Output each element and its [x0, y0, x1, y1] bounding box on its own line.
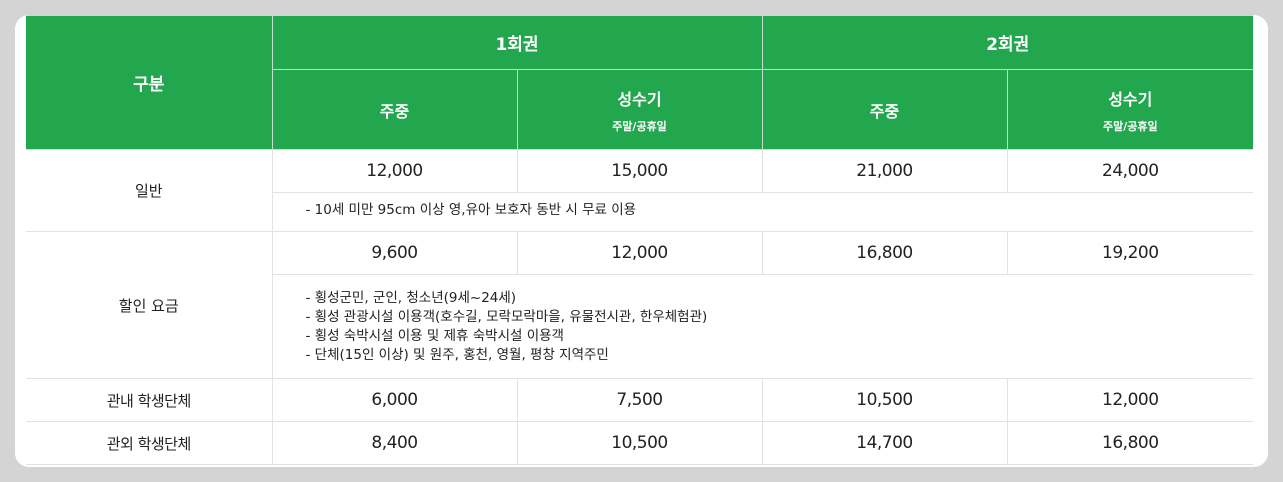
row-label-student-in: 관내 학생단체 — [26, 378, 273, 422]
note-line: - 횡성군민, 군인, 청소년(9세~24세) — [305, 289, 517, 306]
row-label-discount: 할인 요금 — [26, 231, 273, 379]
price-cell: 8,400 — [271, 421, 518, 465]
note-line: - 단체(15인 이상) 및 원주, 홍천, 영월, 평창 지역주민 — [305, 346, 609, 363]
note-line: - 10세 미만 95cm 이상 영,유아 보호자 동반 시 무료 이용 — [305, 201, 637, 218]
header-peak-1: 성수기 주말/공휴일 — [516, 69, 763, 150]
price-cell: 12,000 — [271, 149, 518, 193]
header-category: 구분 — [26, 15, 273, 150]
price-cell: 7,500 — [516, 378, 763, 422]
price-cell: 12,000 — [516, 231, 763, 275]
header-one-time-pass: 1회권 — [271, 15, 763, 70]
note-line: - 횡성 숙박시설 이용 및 제휴 숙박시설 이용객 — [305, 327, 564, 344]
header-weekday-2: 주중 — [761, 69, 1008, 150]
price-table-card: 구분 1회권 2회권 주중 성수기 주말/공휴일 주중 성수기 주말/공휴일 일… — [15, 15, 1268, 467]
notes-general: - 10세 미만 95cm 이상 영,유아 보호자 동반 시 무료 이용 — [272, 192, 1254, 232]
header-two-time-pass: 2회권 — [761, 15, 1254, 70]
header-peak-sub-2: 주말/공휴일 — [1102, 119, 1158, 133]
row-label-student-out: 관외 학생단체 — [26, 421, 273, 465]
price-cell: 15,000 — [516, 149, 763, 193]
table-row-student-in: 관내 학생단체 6,000 7,500 10,500 12,000 — [26, 378, 1254, 422]
price-cell: 19,200 — [1006, 231, 1254, 275]
price-cell: 14,700 — [761, 421, 1008, 465]
price-cell: 10,500 — [516, 421, 763, 465]
note-line: - 횡성 관광시설 이용객(호수길, 모락모락마을, 유물전시관, 한우체험관) — [305, 308, 708, 325]
price-cell: 16,800 — [1006, 421, 1254, 465]
price-table: 구분 1회권 2회권 주중 성수기 주말/공휴일 주중 성수기 주말/공휴일 일… — [26, 15, 1254, 465]
price-cell: 16,800 — [761, 231, 1008, 275]
header-peak-2: 성수기 주말/공휴일 — [1006, 69, 1254, 150]
price-cell: 12,000 — [1006, 378, 1254, 422]
price-cell: 21,000 — [761, 149, 1008, 193]
table-row-discount: 할인 요금 9,600 12,000 16,800 19,200 — [26, 231, 1254, 379]
price-cell: 10,500 — [761, 378, 1008, 422]
price-cell: 9,600 — [271, 231, 518, 275]
header-weekday-1: 주중 — [272, 69, 518, 150]
table-row-general: 일반 12,000 15,000 21,000 24,000 — [26, 149, 1254, 232]
row-label-general: 일반 — [26, 149, 273, 232]
price-cell: 6,000 — [271, 378, 518, 422]
price-cell: 24,000 — [1006, 149, 1254, 193]
table-row-student-out: 관외 학생단체 8,400 10,500 14,700 16,800 — [26, 421, 1254, 465]
notes-discount: - 횡성군민, 군인, 청소년(9세~24세) - 횡성 관광시설 이용객(호수… — [272, 274, 1254, 379]
header-peak-sub-1: 주말/공휴일 — [612, 119, 667, 133]
